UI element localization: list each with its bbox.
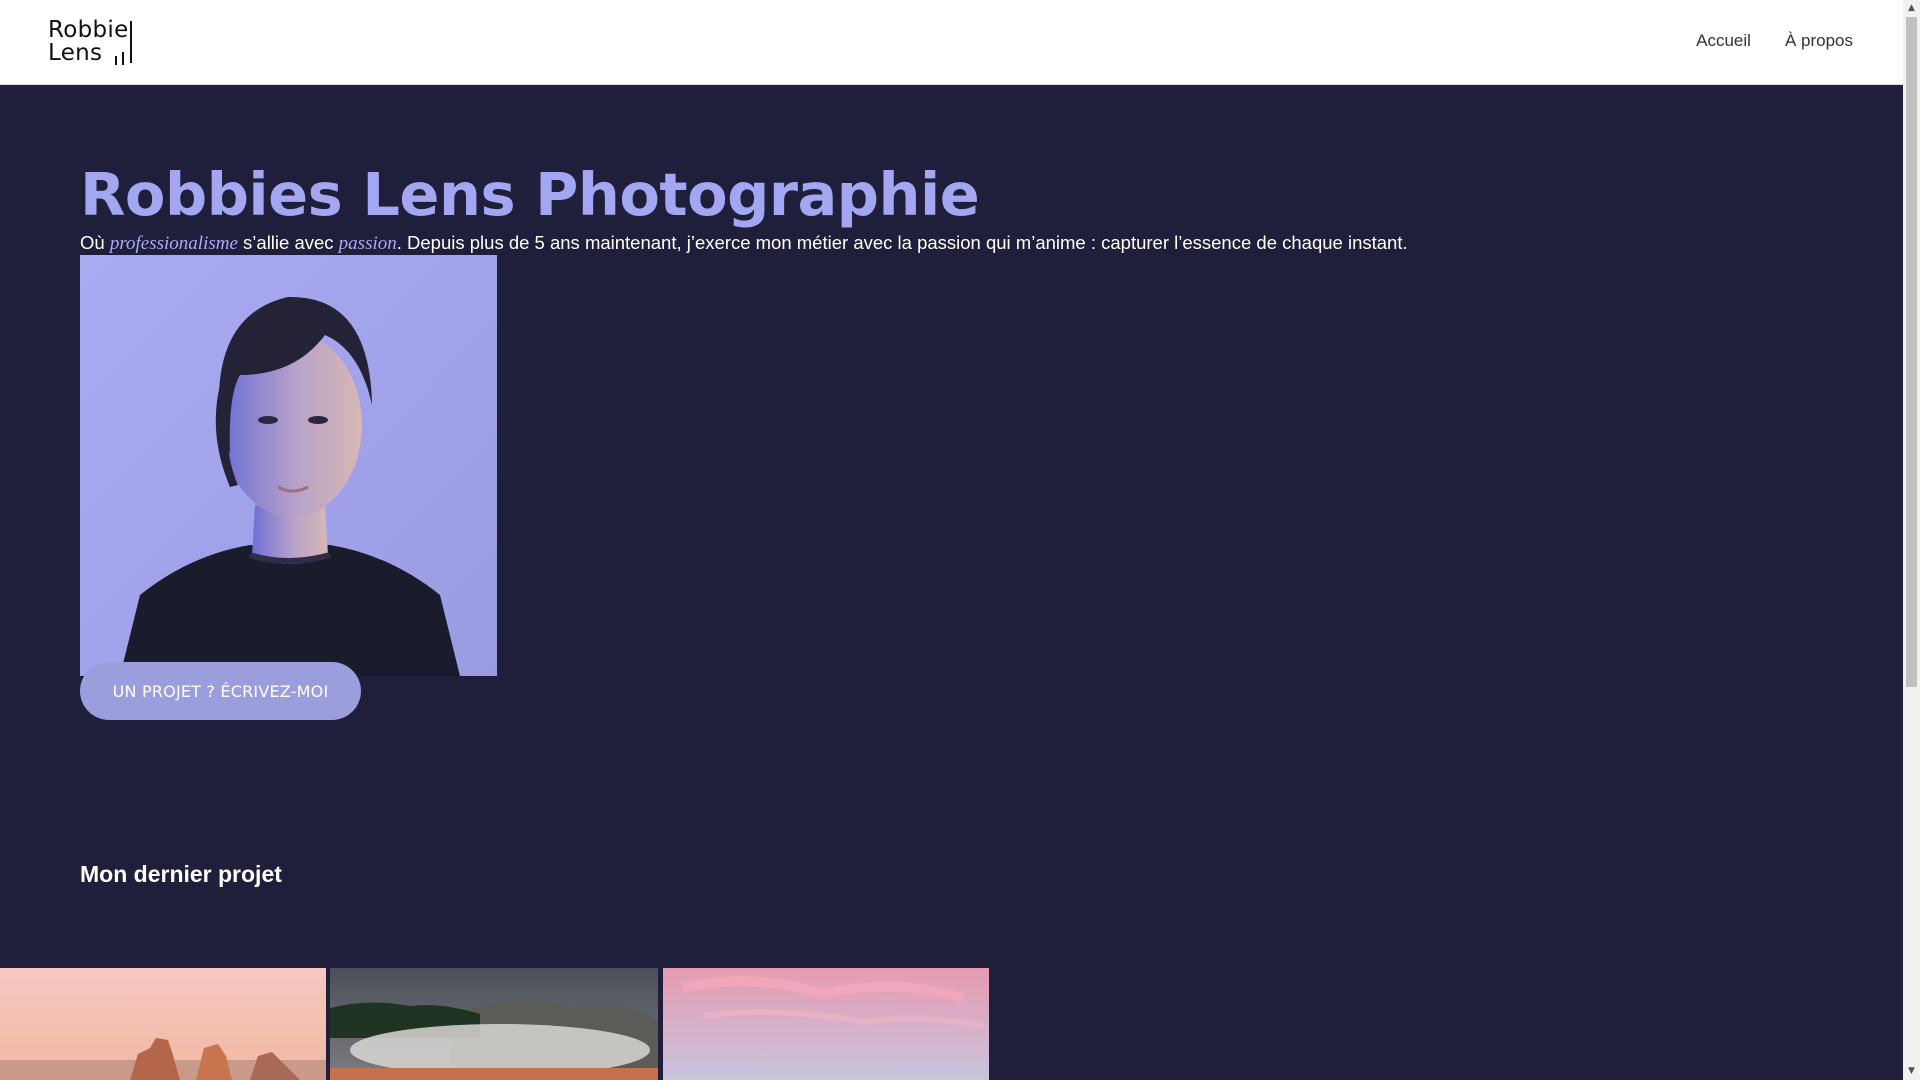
intro-emphasis-professionalisme: professionalisme (109, 233, 238, 254)
gallery-photo-coastal-sunset[interactable] (0, 968, 326, 1080)
gallery-photo-pink-sky[interactable] (663, 968, 989, 1080)
hero-title: Robbies Lens Photographie (80, 160, 980, 229)
scroll-down-arrow-icon[interactable]: ▼ (1903, 1063, 1920, 1080)
gallery-photo-misty-lake[interactable] (330, 968, 658, 1080)
nav-link-accueil[interactable]: Accueil (1696, 31, 1751, 51)
logo-divider (130, 21, 132, 63)
intro-emphasis-passion: passion (338, 233, 397, 254)
pink-sky-photo (663, 968, 989, 1080)
main-nav: Accueil À propos (1696, 31, 1853, 51)
scroll-thumb[interactable] (1906, 17, 1917, 687)
project-gallery (0, 968, 990, 1080)
hero-intro: Où professionalisme s’allie avec passion… (80, 232, 1408, 255)
portrait-illustration (80, 255, 497, 676)
portrait-image (80, 255, 497, 676)
intro-prefix: Où (80, 232, 110, 253)
scroll-up-arrow-icon[interactable]: ▲ (1903, 0, 1920, 17)
top-navigation-bar: Robbie Lens Accueil À propos (0, 0, 1903, 85)
latest-project-title: Mon dernier projet (80, 861, 282, 887)
contact-cta-button[interactable]: UN PROJET ? ÉCRIVEZ-MOI (80, 662, 361, 720)
intro-middle: s’allie avec (237, 232, 339, 253)
vertical-scrollbar[interactable]: ▲ ▼ (1903, 0, 1920, 1080)
coastal-sunset-photo (0, 968, 326, 1080)
intro-suffix: . Depuis plus de 5 ans maintenant, j’exe… (396, 232, 1408, 253)
logo-line-1: Robbie (48, 17, 129, 43)
logo-bars-icon (113, 49, 137, 65)
site-logo[interactable]: Robbie Lens (48, 19, 138, 67)
nav-link-a-propos[interactable]: À propos (1785, 31, 1853, 51)
misty-lake-photo (330, 968, 658, 1080)
